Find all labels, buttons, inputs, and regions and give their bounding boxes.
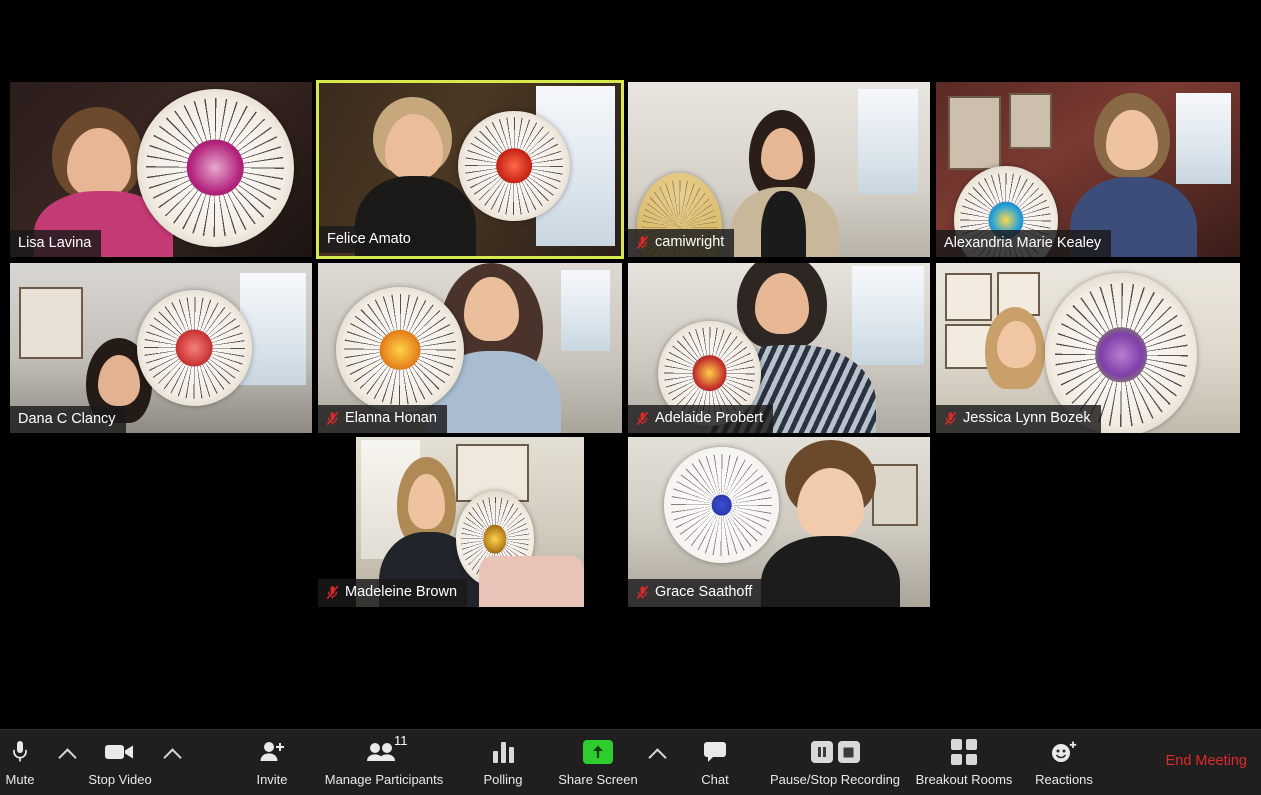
reactions-label: Reactions bbox=[1035, 772, 1093, 787]
muted-microphone-icon bbox=[944, 411, 957, 426]
participant-name: Grace Saathoff bbox=[655, 584, 753, 601]
four-squares-icon bbox=[951, 737, 977, 767]
participant-name-label: Madeleine Brown bbox=[318, 579, 468, 607]
participant-name: Adelaide Probert bbox=[655, 410, 764, 427]
participant-tile-dana-c-clancy[interactable]: Dana C Clancy bbox=[10, 263, 312, 433]
participant-tile-adelaide-probert[interactable]: Adelaide Probert bbox=[628, 263, 930, 433]
participant-tile-felice-amato[interactable]: Felice Amato bbox=[316, 80, 624, 259]
manage-participants-label: Manage Participants bbox=[324, 772, 444, 787]
muted-microphone-icon bbox=[326, 585, 339, 600]
invite-button[interactable]: Invite bbox=[238, 730, 306, 795]
reactions-button[interactable]: Reactions bbox=[1024, 730, 1104, 795]
speech-bubble-icon bbox=[702, 737, 728, 767]
participant-name: Jessica Lynn Bozek bbox=[963, 410, 1091, 427]
participant-name-label: Jessica Lynn Bozek bbox=[936, 405, 1101, 433]
zoom-meeting-window: Lisa Lavina Felice Amato camiwright Alex… bbox=[0, 0, 1261, 795]
participant-tile-alexandria-marie-kealey[interactable]: Alexandria Marie Kealey bbox=[936, 82, 1240, 257]
share-screen-button[interactable]: Share Screen bbox=[546, 730, 650, 795]
participant-name: Dana C Clancy bbox=[18, 410, 116, 427]
breakout-rooms-label: Breakout Rooms bbox=[915, 772, 1013, 787]
chevron-up-icon bbox=[57, 748, 77, 767]
chevron-up-icon bbox=[647, 748, 667, 767]
participant-name-label: Felice Amato bbox=[319, 225, 421, 253]
polling-label: Polling bbox=[483, 772, 523, 787]
mute-label: Mute bbox=[5, 772, 35, 787]
participant-tile-lisa-lavina[interactable]: Lisa Lavina bbox=[10, 82, 312, 257]
chevron-up-icon bbox=[162, 748, 182, 767]
meeting-toolbar: Mute Stop Video Invite 11 Manage Partici… bbox=[0, 729, 1261, 795]
pause-stop-recording-label: Pause/Stop Recording bbox=[769, 772, 901, 787]
participant-name: Madeleine Brown bbox=[345, 584, 458, 601]
participant-tile-camiwright[interactable]: camiwright bbox=[628, 82, 930, 257]
participant-tile-madeleine-brown[interactable]: Madeleine Brown bbox=[318, 437, 622, 607]
video-camera-icon bbox=[104, 737, 136, 767]
participant-name: Lisa Lavina bbox=[18, 234, 92, 251]
manage-participants-button[interactable]: 11 Manage Participants bbox=[310, 730, 458, 795]
participant-name: Alexandria Marie Kealey bbox=[944, 234, 1102, 251]
participant-count-badge: 11 bbox=[394, 733, 408, 748]
chat-button[interactable]: Chat bbox=[686, 730, 744, 795]
participant-name-label: Elanna Honan bbox=[318, 405, 447, 433]
breakout-rooms-button[interactable]: Breakout Rooms bbox=[908, 730, 1020, 795]
participant-name-label: Lisa Lavina bbox=[10, 229, 102, 257]
participant-tile-grace-saathoff[interactable]: Grace Saathoff bbox=[628, 437, 930, 607]
end-meeting-label: End Meeting bbox=[1165, 752, 1247, 769]
muted-microphone-icon bbox=[636, 411, 649, 426]
share-screen-label: Share Screen bbox=[558, 772, 638, 787]
participant-name: camiwright bbox=[655, 234, 725, 251]
muted-microphone-icon bbox=[636, 235, 649, 250]
stop-icon bbox=[837, 741, 860, 763]
video-gallery: Lisa Lavina Felice Amato camiwright Alex… bbox=[0, 0, 1261, 730]
muted-microphone-icon bbox=[326, 411, 339, 426]
pause-stop-recording-button[interactable]: Pause/Stop Recording bbox=[752, 730, 918, 795]
participant-name-label: camiwright bbox=[628, 229, 735, 257]
participant-tile-elanna-honan[interactable]: Elanna Honan bbox=[318, 263, 622, 433]
participant-name: Elanna Honan bbox=[345, 410, 437, 427]
invite-label: Invite bbox=[256, 772, 288, 787]
polling-button[interactable]: Polling bbox=[466, 730, 540, 795]
participant-name-label: Dana C Clancy bbox=[10, 405, 126, 433]
share-options-caret[interactable] bbox=[644, 730, 670, 795]
mute-button[interactable]: Mute bbox=[0, 730, 40, 795]
participant-name-label: Adelaide Probert bbox=[628, 405, 774, 433]
person-add-icon bbox=[258, 737, 286, 767]
end-meeting-button[interactable]: End Meeting bbox=[1166, 730, 1247, 795]
bar-chart-icon bbox=[492, 737, 514, 767]
people-icon: 11 bbox=[366, 733, 408, 767]
smiley-plus-icon bbox=[1050, 737, 1078, 767]
participant-name-label: Grace Saathoff bbox=[628, 579, 763, 607]
chat-label: Chat bbox=[701, 772, 729, 787]
video-options-caret[interactable] bbox=[159, 730, 185, 795]
participant-tile-jessica-lynn-bozek[interactable]: Jessica Lynn Bozek bbox=[936, 263, 1240, 433]
stop-video-button[interactable]: Stop Video bbox=[80, 730, 160, 795]
pause-icon bbox=[810, 741, 833, 763]
pause-stop-icon bbox=[810, 737, 860, 767]
microphone-icon bbox=[10, 737, 30, 767]
participant-name-label: Alexandria Marie Kealey bbox=[936, 229, 1112, 257]
share-arrow-up-icon bbox=[583, 737, 613, 767]
muted-microphone-icon bbox=[636, 585, 649, 600]
participant-name: Felice Amato bbox=[327, 230, 411, 247]
stop-video-label: Stop Video bbox=[88, 772, 152, 787]
audio-options-caret[interactable] bbox=[54, 730, 80, 795]
